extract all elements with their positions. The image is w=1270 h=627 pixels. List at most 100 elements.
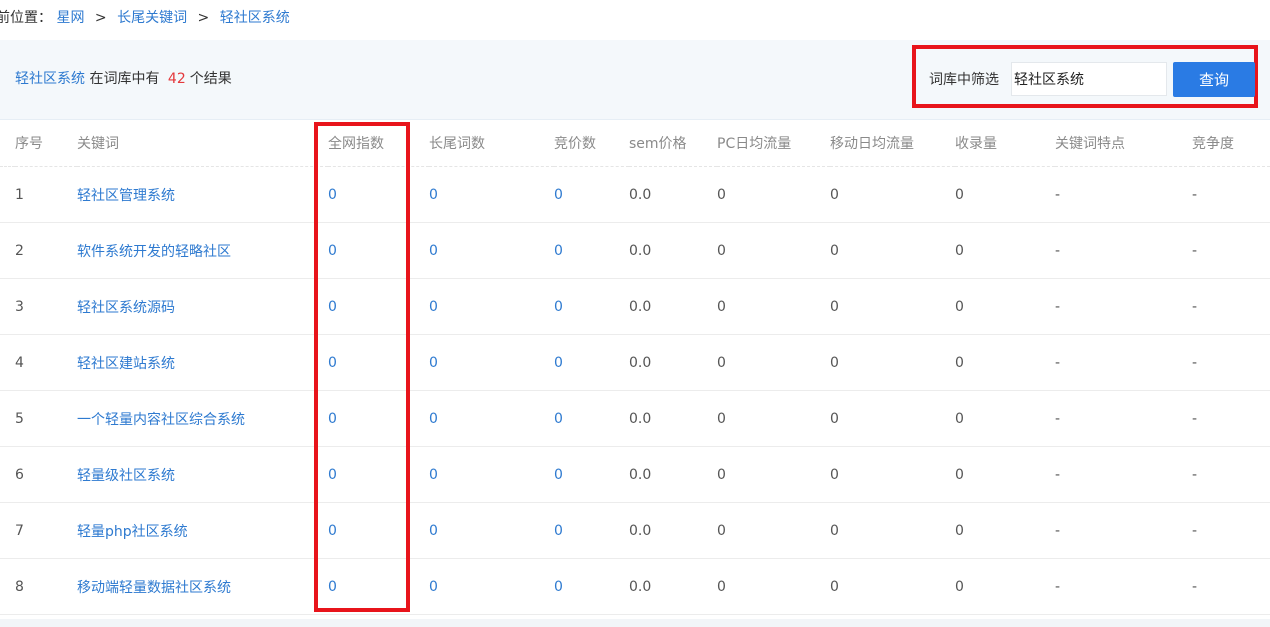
row-index: 7: [15, 502, 77, 559]
overall-index-link[interactable]: 0: [328, 502, 429, 559]
breadcrumb-link-current[interactable]: 轻社区系统: [220, 10, 290, 26]
keyword-features: -: [1055, 502, 1192, 559]
header-keyword: 关键词: [77, 120, 328, 167]
filter-input[interactable]: [1011, 62, 1167, 96]
mobile-traffic: 0: [830, 222, 955, 279]
bid-count-link[interactable]: 0: [554, 502, 629, 559]
table-row: 2 软件系统开发的轻略社区 0 0 0 0.0 0 0 0 - -: [0, 222, 1270, 279]
overall-index-link[interactable]: 0: [328, 334, 429, 391]
header-competition: 竞争度: [1192, 120, 1270, 167]
overall-index-link[interactable]: 0: [328, 278, 429, 335]
header-longtail-count: 长尾词数: [429, 120, 554, 167]
longtail-count-link[interactable]: 0: [429, 502, 554, 559]
bid-count-link[interactable]: 0: [554, 558, 629, 615]
row-index: 4: [15, 334, 77, 391]
header-pc-traffic: PC日均流量: [717, 120, 830, 167]
keyword-features: -: [1055, 166, 1192, 223]
table-row: 5 一个轻量内容社区综合系统 0 0 0 0.0 0 0 0 - -: [0, 390, 1270, 447]
indexed-count: 0: [955, 502, 1055, 559]
header-mobile-traffic: 移动日均流量: [830, 120, 955, 167]
longtail-count-link[interactable]: 0: [429, 558, 554, 615]
overall-index-link[interactable]: 0: [328, 558, 429, 615]
results-summary: 轻社区系统 在词库中有 42 个结果: [15, 40, 232, 119]
sem-price: 0.0: [629, 446, 717, 503]
keyword-link[interactable]: 轻量php社区系统: [77, 502, 328, 559]
breadcrumb-prefix: 前位置：: [0, 10, 52, 26]
competition: -: [1192, 558, 1270, 615]
indexed-count: 0: [955, 278, 1055, 335]
header-overall-index: 全网指数: [328, 120, 429, 167]
bid-count-link[interactable]: 0: [554, 446, 629, 503]
breadcrumb-link-home[interactable]: 星网: [56, 10, 84, 26]
keyword-features: -: [1055, 334, 1192, 391]
keyword-features: -: [1055, 278, 1192, 335]
breadcrumb-separator: >: [94, 10, 107, 26]
keyword-features: -: [1055, 222, 1192, 279]
bid-count-link[interactable]: 0: [554, 166, 629, 223]
summary-suffix-text: 个结果: [189, 71, 232, 87]
longtail-count-link[interactable]: 0: [429, 446, 554, 503]
mobile-traffic: 0: [830, 390, 955, 447]
competition: -: [1192, 502, 1270, 559]
bid-count-link[interactable]: 0: [554, 334, 629, 391]
row-index: 3: [15, 278, 77, 335]
longtail-count-link[interactable]: 0: [429, 166, 554, 223]
longtail-count-link[interactable]: 0: [429, 278, 554, 335]
bid-count-link[interactable]: 0: [554, 278, 629, 335]
competition: -: [1192, 334, 1270, 391]
competition: -: [1192, 390, 1270, 447]
table-row: 7 轻量php社区系统 0 0 0 0.0 0 0 0 - -: [0, 502, 1270, 559]
pc-traffic: 0: [717, 166, 830, 223]
keyword-link[interactable]: 移动端轻量数据社区系统: [77, 558, 328, 615]
row-index: 8: [15, 558, 77, 615]
pc-traffic: 0: [717, 334, 830, 391]
row-index: 1: [15, 166, 77, 223]
keyword-link[interactable]: 轻量级社区系统: [77, 446, 328, 503]
mobile-traffic: 0: [830, 446, 955, 503]
pc-traffic: 0: [717, 502, 830, 559]
overall-index-link[interactable]: 0: [328, 446, 429, 503]
header-index: 序号: [15, 120, 77, 167]
table-row: 6 轻量级社区系统 0 0 0 0.0 0 0 0 - -: [0, 446, 1270, 503]
keyword-link[interactable]: 软件系统开发的轻略社区: [77, 222, 328, 279]
mobile-traffic: 0: [830, 502, 955, 559]
pc-traffic: 0: [717, 390, 830, 447]
breadcrumb: 前位置： 星网 > 长尾关键词 > 轻社区系统: [0, 0, 290, 38]
competition: -: [1192, 222, 1270, 279]
row-index: 2: [15, 222, 77, 279]
keyword-link[interactable]: 轻社区建站系统: [77, 334, 328, 391]
keyword-link[interactable]: 轻社区管理系统: [77, 166, 328, 223]
keyword-link[interactable]: 轻社区系统源码: [77, 278, 328, 335]
indexed-count: 0: [955, 334, 1055, 391]
indexed-count: 0: [955, 222, 1055, 279]
header-keyword-features: 关键词特点: [1055, 120, 1192, 167]
header-bid-count: 竞价数: [554, 120, 629, 167]
keyword-features: -: [1055, 558, 1192, 615]
pc-traffic: 0: [717, 222, 830, 279]
sem-price: 0.0: [629, 166, 717, 223]
breadcrumb-link-longtail[interactable]: 长尾关键词: [117, 10, 187, 26]
sem-price: 0.0: [629, 222, 717, 279]
sem-price: 0.0: [629, 390, 717, 447]
table-header-row: 序号 关键词 全网指数 长尾词数 竞价数 sem价格 PC日均流量 移动日均流量…: [0, 120, 1270, 167]
overall-index-link[interactable]: 0: [328, 166, 429, 223]
filter-label: 词库中筛选: [929, 72, 999, 88]
query-button[interactable]: 查询: [1173, 62, 1255, 97]
table-row: 4 轻社区建站系统 0 0 0 0.0 0 0 0 - -: [0, 334, 1270, 391]
table-bottom-divider: [0, 619, 1270, 627]
mobile-traffic: 0: [830, 278, 955, 335]
longtail-count-link[interactable]: 0: [429, 222, 554, 279]
mobile-traffic: 0: [830, 334, 955, 391]
competition: -: [1192, 166, 1270, 223]
row-index: 6: [15, 446, 77, 503]
overall-index-link[interactable]: 0: [328, 390, 429, 447]
keyword-features: -: [1055, 446, 1192, 503]
longtail-count-link[interactable]: 0: [429, 390, 554, 447]
bid-count-link[interactable]: 0: [554, 390, 629, 447]
overall-index-link[interactable]: 0: [328, 222, 429, 279]
longtail-count-link[interactable]: 0: [429, 334, 554, 391]
indexed-count: 0: [955, 558, 1055, 615]
keyword-link[interactable]: 一个轻量内容社区综合系统: [77, 390, 328, 447]
table-row: 8 移动端轻量数据社区系统 0 0 0 0.0 0 0 0 - -: [0, 558, 1270, 615]
bid-count-link[interactable]: 0: [554, 222, 629, 279]
